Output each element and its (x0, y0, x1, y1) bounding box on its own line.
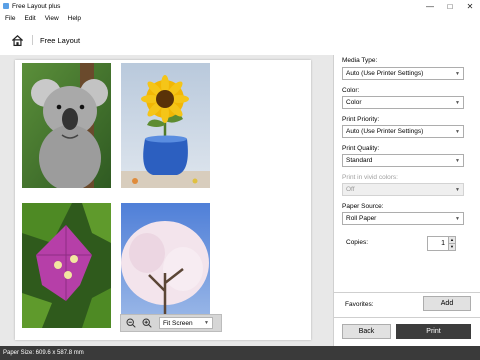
menu-file[interactable]: File (5, 15, 15, 22)
print-quality-label: Print Quality: (342, 145, 380, 152)
window-controls: — □ ✕ (420, 0, 480, 12)
close-button[interactable]: ✕ (460, 0, 480, 12)
copies-stepper[interactable]: 1 ▲ ▼ (427, 236, 456, 251)
zoom-in-button[interactable] (141, 318, 152, 329)
photo-bougainvillea[interactable] (22, 203, 111, 328)
status-bar: Paper Size: 609.6 x 587.8 mm (0, 346, 480, 360)
chevron-down-icon: ▼ (204, 320, 209, 326)
home-icon[interactable] (11, 34, 24, 47)
paper-source-label: Paper Source: (342, 203, 384, 210)
copies-arrows: ▲ ▼ (448, 237, 455, 250)
zoom-in-icon (141, 318, 152, 328)
chevron-down-icon: ▼ (455, 215, 460, 222)
maximize-button[interactable]: □ (440, 0, 460, 12)
print-quality-value: Standard (346, 157, 373, 164)
color-label: Color: (342, 87, 360, 94)
menu-bar: File Edit View Help (0, 12, 480, 25)
actions-divider (334, 317, 480, 318)
photo-cherry-blossom[interactable] (121, 203, 210, 328)
breadcrumb-separator (32, 35, 33, 45)
window-title: Free Layout plus (12, 2, 61, 10)
zoom-out-icon (125, 318, 136, 328)
paper-source-dropdown[interactable]: Roll Paper ▼ (342, 212, 464, 225)
photo-koala[interactable] (22, 63, 111, 188)
menu-help[interactable]: Help (68, 15, 81, 22)
print-priority-label: Print Priority: (342, 116, 380, 123)
print-priority-dropdown[interactable]: Auto (Use Printer Settings) ▼ (342, 125, 464, 138)
vivid-colors-value: Off (346, 186, 355, 193)
back-button[interactable]: Back (342, 324, 391, 339)
title-bar: Free Layout plus — □ ✕ (0, 0, 480, 12)
zoom-bar: Fit Screen ▼ (120, 314, 222, 332)
favorites-label: Favorites: (345, 301, 374, 308)
copies-label: Copies: (346, 239, 369, 246)
copies-value[interactable]: 1 (428, 237, 448, 250)
decrement-icon[interactable]: ▼ (449, 243, 455, 250)
color-value: Color (346, 99, 362, 106)
zoom-out-button[interactable] (125, 318, 136, 329)
media-type-value: Auto (Use Printer Settings) (346, 70, 424, 77)
media-type-dropdown[interactable]: Auto (Use Printer Settings) ▼ (342, 67, 464, 80)
chevron-down-icon: ▼ (455, 70, 460, 77)
chevron-down-icon: ▼ (455, 99, 460, 106)
breadcrumb-current: Free Layout (40, 35, 81, 45)
breadcrumb: Free Layout (0, 27, 480, 53)
chevron-down-icon: ▼ (455, 157, 460, 164)
paper-size-status: Paper Size: 609.6 x 587.8 mm (3, 350, 84, 356)
photo-sunflower[interactable] (121, 63, 210, 188)
app-icon (3, 3, 9, 9)
media-type-label: Media Type: (342, 57, 378, 64)
print-quality-dropdown[interactable]: Standard ▼ (342, 154, 464, 167)
zoom-select-value: Fit Screen (163, 319, 193, 327)
chevron-down-icon: ▼ (455, 128, 460, 135)
zoom-select[interactable]: Fit Screen ▼ (159, 317, 213, 329)
favorites-divider (334, 292, 480, 293)
print-priority-value: Auto (Use Printer Settings) (346, 128, 424, 135)
add-favorite-button[interactable]: Add (423, 296, 471, 311)
menu-view[interactable]: View (45, 15, 59, 22)
minimize-button[interactable]: — (420, 0, 440, 12)
vivid-colors-dropdown: Off ▼ (342, 183, 464, 196)
chevron-down-icon: ▼ (455, 186, 460, 193)
menu-edit[interactable]: Edit (24, 15, 35, 22)
vivid-colors-label: Print in vivid colors: (342, 174, 398, 181)
print-button[interactable]: Print (396, 324, 471, 339)
color-dropdown[interactable]: Color ▼ (342, 96, 464, 109)
paper-source-value: Roll Paper (346, 215, 377, 222)
